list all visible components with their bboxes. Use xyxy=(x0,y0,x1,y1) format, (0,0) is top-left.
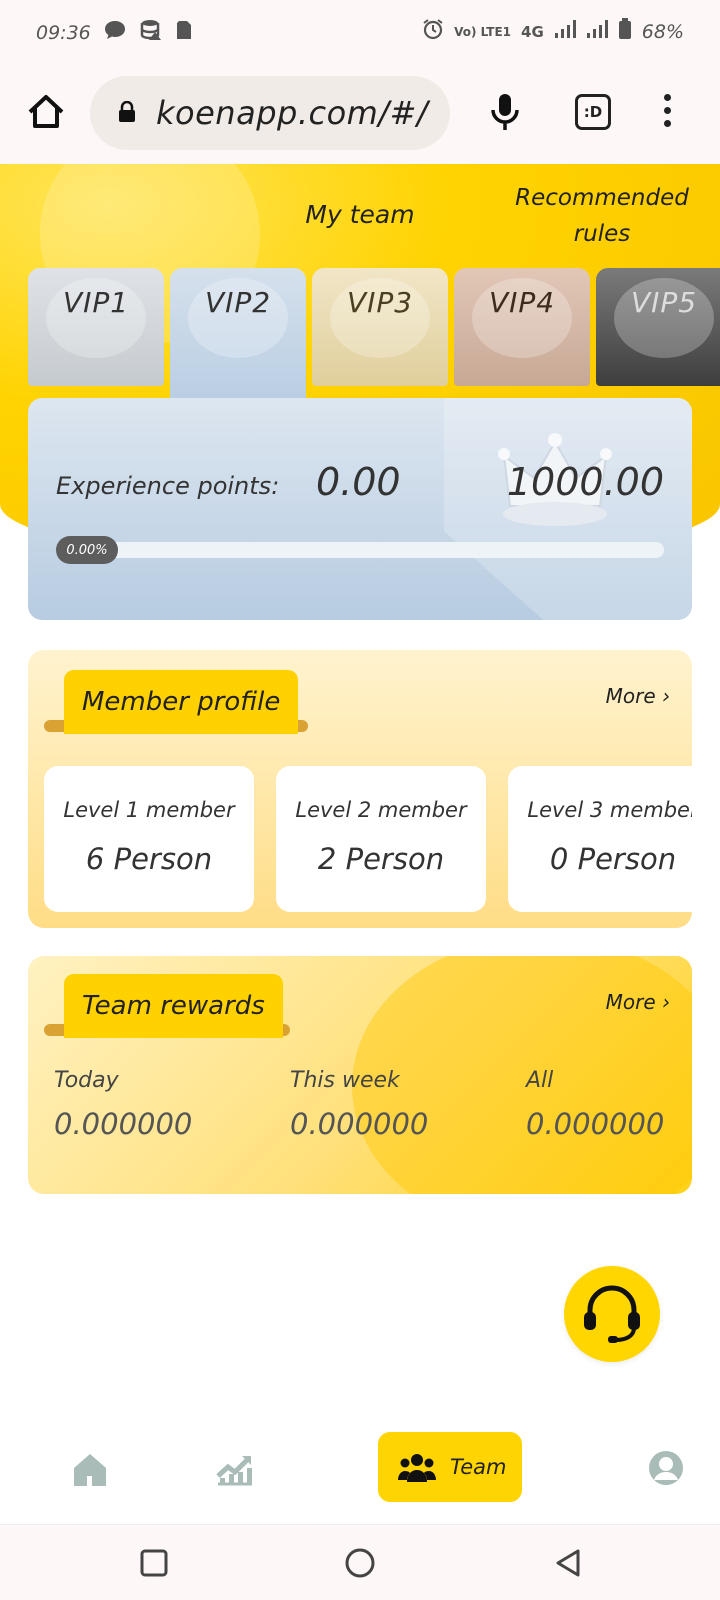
recent-apps-icon[interactable] xyxy=(138,1547,170,1579)
customer-support-button[interactable] xyxy=(564,1266,660,1362)
tab-label: VIP5 xyxy=(630,286,698,319)
tab-label: VIP2 xyxy=(204,286,272,319)
experience-label: Experience points: xyxy=(56,472,279,500)
vip-level-tabs: VIP1 VIP2 VIP3 VIP4 VIP5 xyxy=(28,268,720,408)
bottom-navigation: Team xyxy=(0,1406,720,1524)
team-icon xyxy=(398,1454,436,1482)
reward-column-this-week: This week 0.000000 xyxy=(290,1068,490,1141)
volte-indicator: Vo) LTE1 xyxy=(454,24,512,39)
member-profile-title: Member profile xyxy=(64,670,299,734)
chevron-right-icon: › xyxy=(662,990,670,1014)
home-circle-icon[interactable] xyxy=(344,1547,376,1579)
reward-value: 0.000000 xyxy=(526,1107,665,1141)
member-profile-card: Member profile More › Level 1 member 6 P… xyxy=(28,650,692,928)
member-level-tile[interactable]: Level 3 member 0 Person xyxy=(508,766,692,912)
tab-label: VIP3 xyxy=(346,286,414,319)
more-label: More xyxy=(605,684,656,708)
reward-label: This week xyxy=(290,1068,400,1093)
experience-card: Experience points: 0.00 1000.00 0.00% xyxy=(28,398,692,620)
sim-card-icon xyxy=(175,19,193,46)
microphone-icon[interactable] xyxy=(488,90,522,134)
reward-label: All xyxy=(526,1068,554,1093)
more-label: More xyxy=(605,990,656,1014)
member-level-list: Level 1 member 6 Person Level 2 member 2… xyxy=(44,766,692,912)
experience-progress-bar xyxy=(56,542,664,558)
browser-toolbar: koenapp.com/#/ :D xyxy=(0,62,720,164)
signal-icon xyxy=(554,19,576,44)
team-rewards-title: Team rewards xyxy=(64,974,283,1038)
reward-column-today: Today 0.000000 xyxy=(54,1068,254,1141)
status-left: 09:36 xyxy=(36,18,193,47)
status-time: 09:36 xyxy=(36,21,91,44)
progress-percent-badge: 0.00% xyxy=(56,536,118,564)
tab-label: VIP4 xyxy=(488,286,556,319)
tab-label: VIP1 xyxy=(62,286,130,319)
member-level-count: 6 Person xyxy=(85,842,213,876)
reward-value: 0.000000 xyxy=(54,1107,193,1141)
network-type: 4G xyxy=(521,22,544,41)
overflow-menu-icon[interactable] xyxy=(660,94,674,134)
experience-current: 0.00 xyxy=(316,460,401,504)
member-profile-more-link[interactable]: More › xyxy=(606,684,670,708)
team-rewards-card: Team rewards More › Today 0.000000 This … xyxy=(28,956,692,1194)
member-level-tile[interactable]: Level 1 member 6 Person xyxy=(44,766,254,912)
headset-icon xyxy=(584,1285,640,1343)
battery-percent: 68% xyxy=(641,20,684,43)
team-rewards-more-link[interactable]: More › xyxy=(606,990,670,1014)
experience-target: 1000.00 xyxy=(506,460,664,504)
member-level-count: 2 Person xyxy=(317,842,445,876)
nav-home-icon[interactable] xyxy=(70,1450,110,1490)
nav-team-button[interactable]: Team xyxy=(378,1432,522,1502)
chevron-right-icon: › xyxy=(662,684,670,708)
recommended-rules-link[interactable]: Recommended rules xyxy=(512,180,692,252)
member-level-label: Level 3 member xyxy=(527,798,692,822)
member-level-label: Level 2 member xyxy=(295,798,467,822)
home-icon[interactable] xyxy=(24,90,68,134)
battery-icon xyxy=(618,18,632,45)
url-text: koenapp.com/#/ xyxy=(156,94,429,132)
system-navigation-bar xyxy=(0,1524,720,1600)
address-bar[interactable]: koenapp.com/#/ xyxy=(90,76,450,150)
reward-column-all: All 0.000000 xyxy=(526,1068,692,1141)
member-level-count: 0 Person xyxy=(549,842,677,876)
nav-trend-icon[interactable] xyxy=(214,1448,254,1488)
experience-label-text: Experience points xyxy=(56,472,272,500)
member-level-label: Level 1 member xyxy=(63,798,235,822)
signal-icon-2 xyxy=(586,19,608,44)
tab-vip4[interactable]: VIP4 xyxy=(454,268,590,386)
status-bar: 09:36 Vo) LTE1 4G 68% xyxy=(0,0,720,62)
reward-label: Today xyxy=(54,1068,119,1093)
tab-vip5[interactable]: VIP5 xyxy=(596,268,720,386)
tab-vip3[interactable]: VIP3 xyxy=(312,268,448,386)
member-level-tile[interactable]: Level 2 member 2 Person xyxy=(276,766,486,912)
chat-icon xyxy=(103,19,127,46)
status-right: Vo) LTE1 4G 68% xyxy=(422,18,684,45)
back-triangle-icon[interactable] xyxy=(552,1547,584,1579)
alarm-icon xyxy=(422,18,444,45)
nav-profile-icon[interactable] xyxy=(648,1450,684,1486)
nav-team-label: Team xyxy=(450,1455,507,1479)
experience-separator: : xyxy=(271,472,280,500)
reward-value: 0.000000 xyxy=(290,1107,429,1141)
tab-switcher-button[interactable]: :D xyxy=(575,94,611,130)
tab-vip2[interactable]: VIP2 xyxy=(170,268,306,408)
lock-icon xyxy=(118,100,136,123)
tab-vip1[interactable]: VIP1 xyxy=(28,268,164,386)
database-icon xyxy=(139,18,163,47)
